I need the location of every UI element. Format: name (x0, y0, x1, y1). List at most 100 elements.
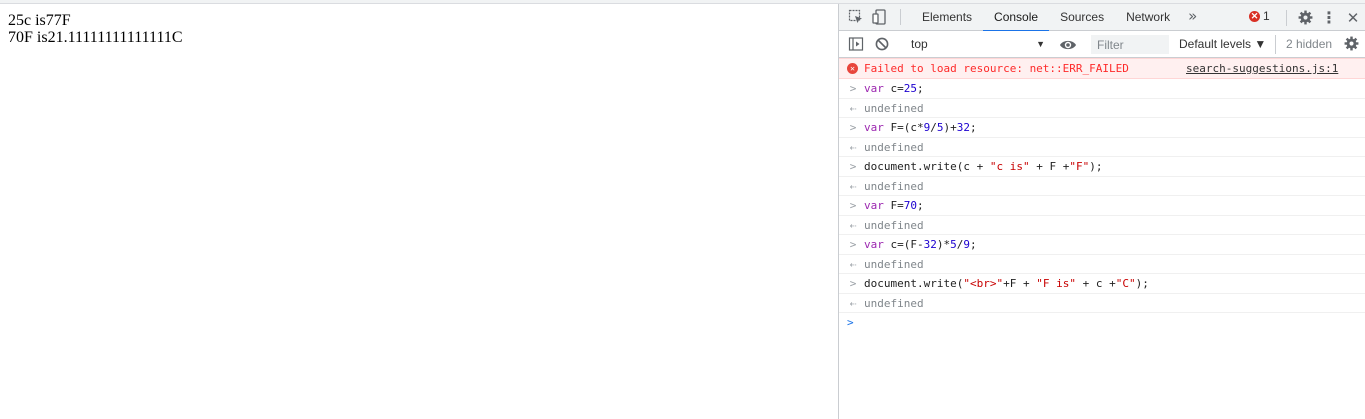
code-token: var (864, 199, 891, 212)
console-result-line: ⇠ undefined (839, 138, 1365, 157)
inspect-element-icon[interactable] (848, 9, 864, 25)
more-tabs-icon[interactable]: » (1181, 7, 1204, 25)
code-token: c=(F- (890, 238, 924, 251)
input-chevron-icon: > (849, 199, 857, 212)
code-token: F=(c* (890, 121, 924, 134)
live-expression-eye-icon[interactable] (1059, 36, 1077, 54)
code-token: 9 (963, 238, 970, 251)
devtools-panel: Elements Console Sources Network » ✕ 1 ⋮… (838, 4, 1365, 419)
console-input-line: > var c=(F-32)*5/9; (839, 235, 1365, 255)
show-sidebar-icon[interactable] (848, 36, 864, 52)
code-token: / (930, 121, 937, 134)
console-toolbar: top ▼ Default levels ▼ 2 hidden (839, 31, 1365, 58)
tabbar-right-actions: ⋮ ✕ (1280, 4, 1365, 31)
input-chevron-icon: > (849, 121, 857, 134)
prompt-chevron-icon: > (847, 316, 854, 329)
result-arrow-icon: ⇠ (849, 296, 857, 310)
filter-input[interactable] (1091, 35, 1169, 54)
tabbar-divider (1286, 9, 1287, 26)
context-selector[interactable]: top ▼ (911, 35, 1047, 54)
result-text: undefined (864, 179, 924, 193)
error-count-badge[interactable]: ✕ 1 (1249, 9, 1270, 23)
code-token: )+ (943, 121, 957, 134)
result-arrow-icon: ⇠ (849, 101, 857, 115)
code-token: )* (936, 238, 951, 251)
tab-sources[interactable]: Sources (1049, 4, 1115, 31)
result-arrow-icon: ⇠ (849, 218, 857, 232)
result-text: undefined (864, 140, 924, 154)
code-token: var (864, 82, 891, 95)
error-text: Failed to load resource: net::ERR_FAILED (864, 62, 1129, 75)
code-token: + F + (1029, 160, 1070, 173)
hidden-messages-count: 2 hidden (1275, 35, 1332, 54)
code-token: "F is" (1036, 277, 1076, 290)
code-token: var (864, 238, 891, 251)
code-token: + c + (1075, 277, 1116, 290)
error-icon: ✕ (1249, 10, 1260, 22)
error-icon: ✕ (847, 63, 858, 74)
tabbar-divider (900, 9, 901, 25)
code-token: "c is" (989, 160, 1030, 173)
result-arrow-icon: ⇠ (849, 140, 857, 154)
code-token: 5 (936, 121, 944, 134)
close-icon[interactable]: ✕ (1341, 6, 1365, 30)
console-result-line: ⇠ undefined (839, 216, 1365, 235)
result-text: undefined (864, 218, 924, 232)
result-text: undefined (864, 296, 924, 310)
input-chevron-icon: > (849, 82, 857, 95)
code-token: "C" (1115, 277, 1136, 290)
console-settings-gear-icon[interactable] (1344, 36, 1359, 55)
console-messages: ✕ Failed to load resource: net::ERR_FAIL… (839, 58, 1365, 333)
error-source-link[interactable]: search-suggestions.js:1 (1186, 59, 1338, 79)
code-token: 32 (956, 121, 970, 134)
context-value: top (911, 37, 928, 51)
clear-console-icon[interactable] (874, 36, 890, 52)
console-result-line: ⇠ undefined (839, 177, 1365, 196)
code-token: ); (1089, 160, 1103, 173)
console-input-line: > document.write("<br>"+F + "F is" + c +"… (839, 274, 1365, 294)
page-output-line: 70F is21.11111111111111C (8, 29, 183, 46)
code-token: 5 (950, 238, 957, 251)
console-input-line: > document.write(c + "c is" + F +"F"); (839, 157, 1365, 177)
result-arrow-icon: ⇠ (849, 179, 857, 193)
command-history: > var c=25; ⇠ undefined > var F=(c*9/5)+32; ⇠ u… (839, 79, 1365, 313)
input-chevron-icon: > (849, 238, 857, 251)
console-input-line: > var F=(c*9/5)+32; (839, 118, 1365, 138)
code-token: "F" (1069, 160, 1090, 173)
console-result-line: ⇠ undefined (839, 294, 1365, 313)
result-text: undefined (864, 101, 924, 115)
page-content: 25c is77F 70F is21.11111111111111C (0, 4, 838, 419)
code-token: F= (890, 199, 904, 212)
log-levels-dropdown[interactable]: Default levels ▼ (1179, 35, 1266, 54)
input-chevron-icon: > (849, 160, 857, 173)
code-token: ); (1135, 277, 1149, 290)
code-token: 70 (903, 199, 917, 212)
code-token: c= (890, 82, 904, 95)
customize-menu-icon[interactable]: ⋮ (1317, 6, 1341, 30)
tab-network[interactable]: Network (1115, 4, 1181, 31)
devtools-tabbar: Elements Console Sources Network » ✕ 1 ⋮… (839, 4, 1365, 32)
dropdown-arrow-icon: ▼ (1036, 39, 1045, 49)
console-result-line: ⇠ undefined (839, 99, 1365, 118)
result-arrow-icon: ⇠ (849, 257, 857, 271)
input-chevron-icon: > (849, 277, 857, 290)
code-token: document.write( (864, 277, 964, 290)
code-token: ; (970, 238, 977, 251)
console-input-line: > var F=70; (839, 196, 1365, 216)
console-result-line: ⇠ undefined (839, 255, 1365, 274)
tab-elements[interactable]: Elements (911, 4, 983, 31)
code-token: 25 (903, 82, 917, 95)
code-token: ; (917, 199, 924, 212)
code-token: var (864, 121, 891, 134)
code-token: 32 (923, 238, 937, 251)
result-text: undefined (864, 257, 924, 271)
code-token: +F + (1003, 277, 1037, 290)
device-toolbar-icon[interactable] (872, 9, 888, 25)
console-prompt[interactable]: > (839, 313, 1365, 333)
tab-console[interactable]: Console (983, 4, 1050, 32)
code-token: ; (917, 82, 924, 95)
page-output-line: 25c is77F (8, 12, 71, 29)
settings-gear-icon[interactable] (1293, 6, 1317, 30)
code-token: "<br>" (963, 277, 1004, 290)
console-input-line: > var c=25; (839, 79, 1365, 99)
